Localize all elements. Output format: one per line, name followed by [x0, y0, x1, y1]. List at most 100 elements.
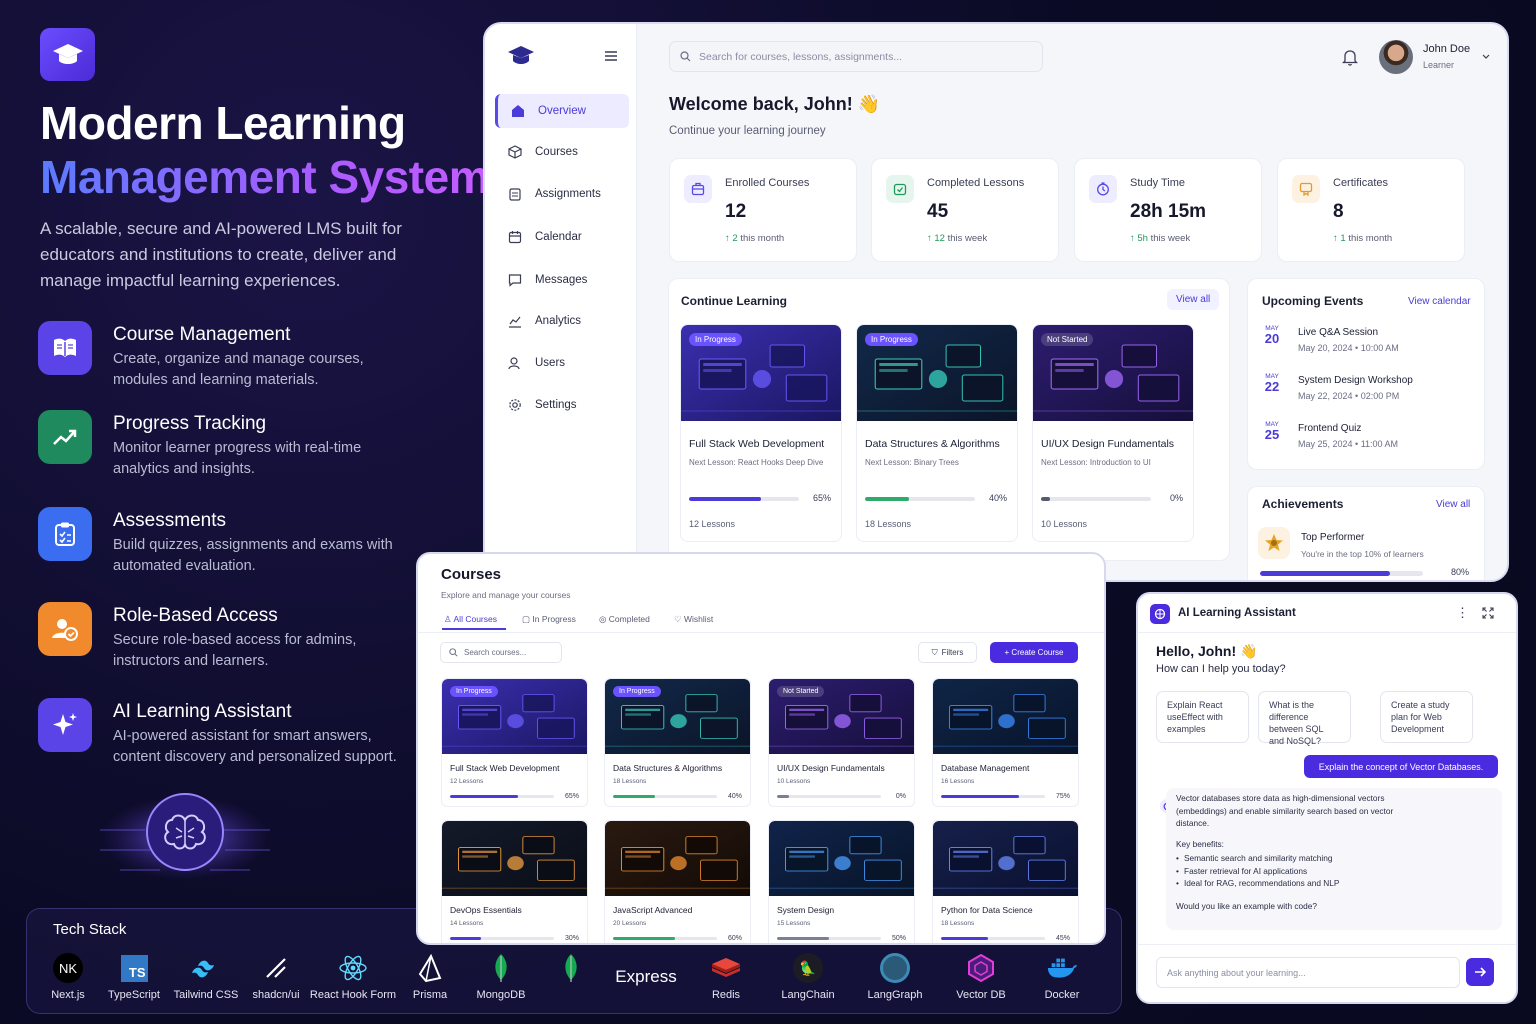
course-card[interactable]: In Progress Full Stack Web Development 12 … — [441, 678, 588, 807]
course-card[interactable]: Not Started UI/UX Design Fundamentals 10 L… — [768, 678, 915, 807]
answer-point: Semantic search and similarity matching — [1176, 852, 1400, 865]
hero-description: A scalable, secure and AI-powered LMS bu… — [40, 219, 402, 290]
status-badge: In Progress — [689, 333, 742, 346]
lesson-count: 10 Lessons — [1041, 519, 1088, 529]
feature-ai-assistant: AI Learning Assistant AI-powered assista… — [38, 698, 438, 778]
bell-icon[interactable] — [1342, 49, 1358, 66]
course-card[interactable]: Database Management 16 Lessons 75% — [932, 678, 1079, 807]
feature-title: Role-Based Access — [113, 605, 278, 626]
status-badge: In Progress — [450, 686, 498, 697]
chevron-down-icon[interactable] — [1482, 54, 1490, 60]
react-icon — [337, 953, 369, 983]
briefcase-icon — [684, 175, 712, 203]
continue-course-card[interactable]: In Progress Full Stack Web Development Nex… — [680, 324, 842, 542]
stat-delta: ↑ 2 this month — [725, 233, 785, 244]
lesson-count: 10 Lessons — [777, 778, 811, 785]
filter-icon: ⛉ — [931, 647, 938, 657]
lesson-count: 18 Lessons — [613, 778, 647, 785]
nav-assignments[interactable]: Assignments — [495, 177, 629, 211]
nav-settings[interactable]: Settings — [495, 388, 629, 422]
view-all-courses-link[interactable]: View all — [1167, 289, 1220, 310]
answer-intro: Vector databases store data as high-dime… — [1176, 793, 1394, 828]
nav-users[interactable]: Users — [495, 346, 629, 380]
nextjs-icon: NK — [52, 953, 84, 983]
expand-icon[interactable] — [1482, 607, 1494, 619]
achievement-progress-bar — [1260, 571, 1423, 576]
more-options-icon[interactable]: ⋮ — [1456, 605, 1469, 621]
feature-progress-tracking: Progress Tracking Monitor learner progre… — [38, 410, 438, 490]
course-name: System Design — [777, 905, 835, 915]
tab-all-courses[interactable]: ♙ All Courses — [444, 614, 497, 625]
course-progress-bar — [941, 937, 1045, 940]
tech-langgraph: LangGraph — [850, 953, 940, 1001]
feature-desc: Create, organize and manage courses, mod… — [113, 351, 364, 388]
ai-chat-input[interactable]: Ask anything about your learning... — [1156, 957, 1460, 988]
course-progress-label: 40% — [988, 493, 1007, 503]
menu-icon[interactable] — [605, 51, 617, 61]
tab-completed[interactable]: ◎ Completed — [599, 614, 650, 625]
shadcn-icon — [260, 953, 292, 983]
course-progress-label: 65% — [564, 793, 579, 800]
clipboard-icon — [507, 186, 523, 202]
stat-delta: ↑ 5h this week — [1130, 233, 1191, 244]
suggestion-chip[interactable]: Create a study plan for Web Development — [1380, 691, 1473, 743]
prisma-icon — [414, 953, 446, 983]
course-progress-label: 65% — [812, 493, 831, 503]
view-calendar-link[interactable]: View calendar — [1408, 296, 1471, 307]
courses-search-input[interactable]: Search courses... — [440, 642, 562, 663]
feature-desc: AI-powered assistant for smart answers, … — [113, 728, 397, 765]
suggestion-chip[interactable]: What is the difference between SQL and N… — [1258, 691, 1351, 746]
course-thumbnail: In Progress — [857, 325, 1017, 421]
course-name: Data Structures & Algorithms — [865, 438, 1000, 450]
stat-label: Certificates — [1333, 177, 1389, 189]
sparkles-icon — [38, 698, 92, 752]
users-icon — [507, 355, 523, 371]
event-title: System Design Workshop — [1298, 375, 1413, 386]
nav-messages[interactable]: Messages — [495, 263, 629, 297]
course-name: DevOps Essentials — [450, 905, 522, 915]
send-button[interactable] — [1466, 958, 1494, 986]
nav-overview[interactable]: Overview — [495, 94, 629, 128]
suggestion-chip[interactable]: Explain React useEffect with examples — [1156, 691, 1249, 743]
lesson-count: 18 Lessons — [865, 519, 912, 529]
course-progress-bar — [777, 795, 881, 798]
stat-delta: ↑ 1 this month — [1333, 233, 1393, 244]
view-achievements-link[interactable]: View all — [1436, 499, 1470, 510]
send-icon — [1475, 967, 1486, 977]
langgraph-icon — [879, 953, 911, 983]
express-wordmark: Express — [615, 967, 677, 986]
achievement-progress-label: 80% — [1451, 567, 1470, 577]
course-thumbnail: Not Started — [1033, 325, 1193, 421]
event-time: May 25, 2024 • 11:00 AM — [1298, 439, 1399, 449]
create-course-button[interactable]: + Create Course — [990, 642, 1078, 663]
ai-brain-illustration — [100, 793, 270, 880]
nav-courses[interactable]: Courses — [495, 135, 629, 169]
tech-vector-db: Vector DB — [936, 953, 1026, 1001]
global-search-input[interactable]: Search for courses, lessons, assignments… — [669, 41, 1043, 72]
answer-heading: Key benefits: — [1176, 838, 1224, 849]
course-card[interactable]: Python for Data Science 18 Lessons 45% — [932, 820, 1079, 943]
filters-button[interactable]: ⛉ Filters — [918, 642, 977, 663]
book-icon — [38, 321, 92, 375]
mongodb-leaf-icon — [555, 953, 587, 983]
continue-course-card[interactable]: In Progress Data Structures & Algorithms N… — [856, 324, 1018, 542]
course-progress-bar — [689, 497, 799, 501]
course-card[interactable]: In Progress Data Structures & Algorithms 1… — [604, 678, 751, 807]
user-role: Learner — [1423, 60, 1455, 70]
status-badge: Not Started — [777, 686, 825, 697]
course-card[interactable]: System Design 15 Lessons 50% — [768, 820, 915, 943]
mongodb-leaf-icon — [485, 953, 517, 983]
nav-analytics[interactable]: Analytics — [495, 304, 629, 338]
course-card[interactable]: JavaScript Advanced 20 Lessons 60% — [604, 820, 751, 943]
course-card[interactable]: DevOps Essentials 14 Lessons 30% — [441, 820, 588, 943]
lesson-count: 18 Lessons — [941, 920, 975, 927]
achievements-title: Achievements — [1262, 497, 1344, 511]
avatar[interactable] — [1379, 40, 1413, 74]
welcome-subtitle: Continue your learning journey — [669, 125, 826, 137]
tab-in-progress[interactable]: ▢ In Progress — [522, 614, 576, 625]
ai-assistant-panel: AI Learning Assistant ⋮ Hello, John! 👋 H… — [1136, 592, 1518, 1004]
nav-calendar[interactable]: Calendar — [495, 220, 629, 254]
tab-wishlist[interactable]: ♡ Wishlist — [674, 614, 713, 625]
achievement-desc: You're in the top 10% of learners — [1301, 549, 1424, 559]
continue-course-card[interactable]: Not Started UI/UX Design Fundamentals Next… — [1032, 324, 1194, 542]
